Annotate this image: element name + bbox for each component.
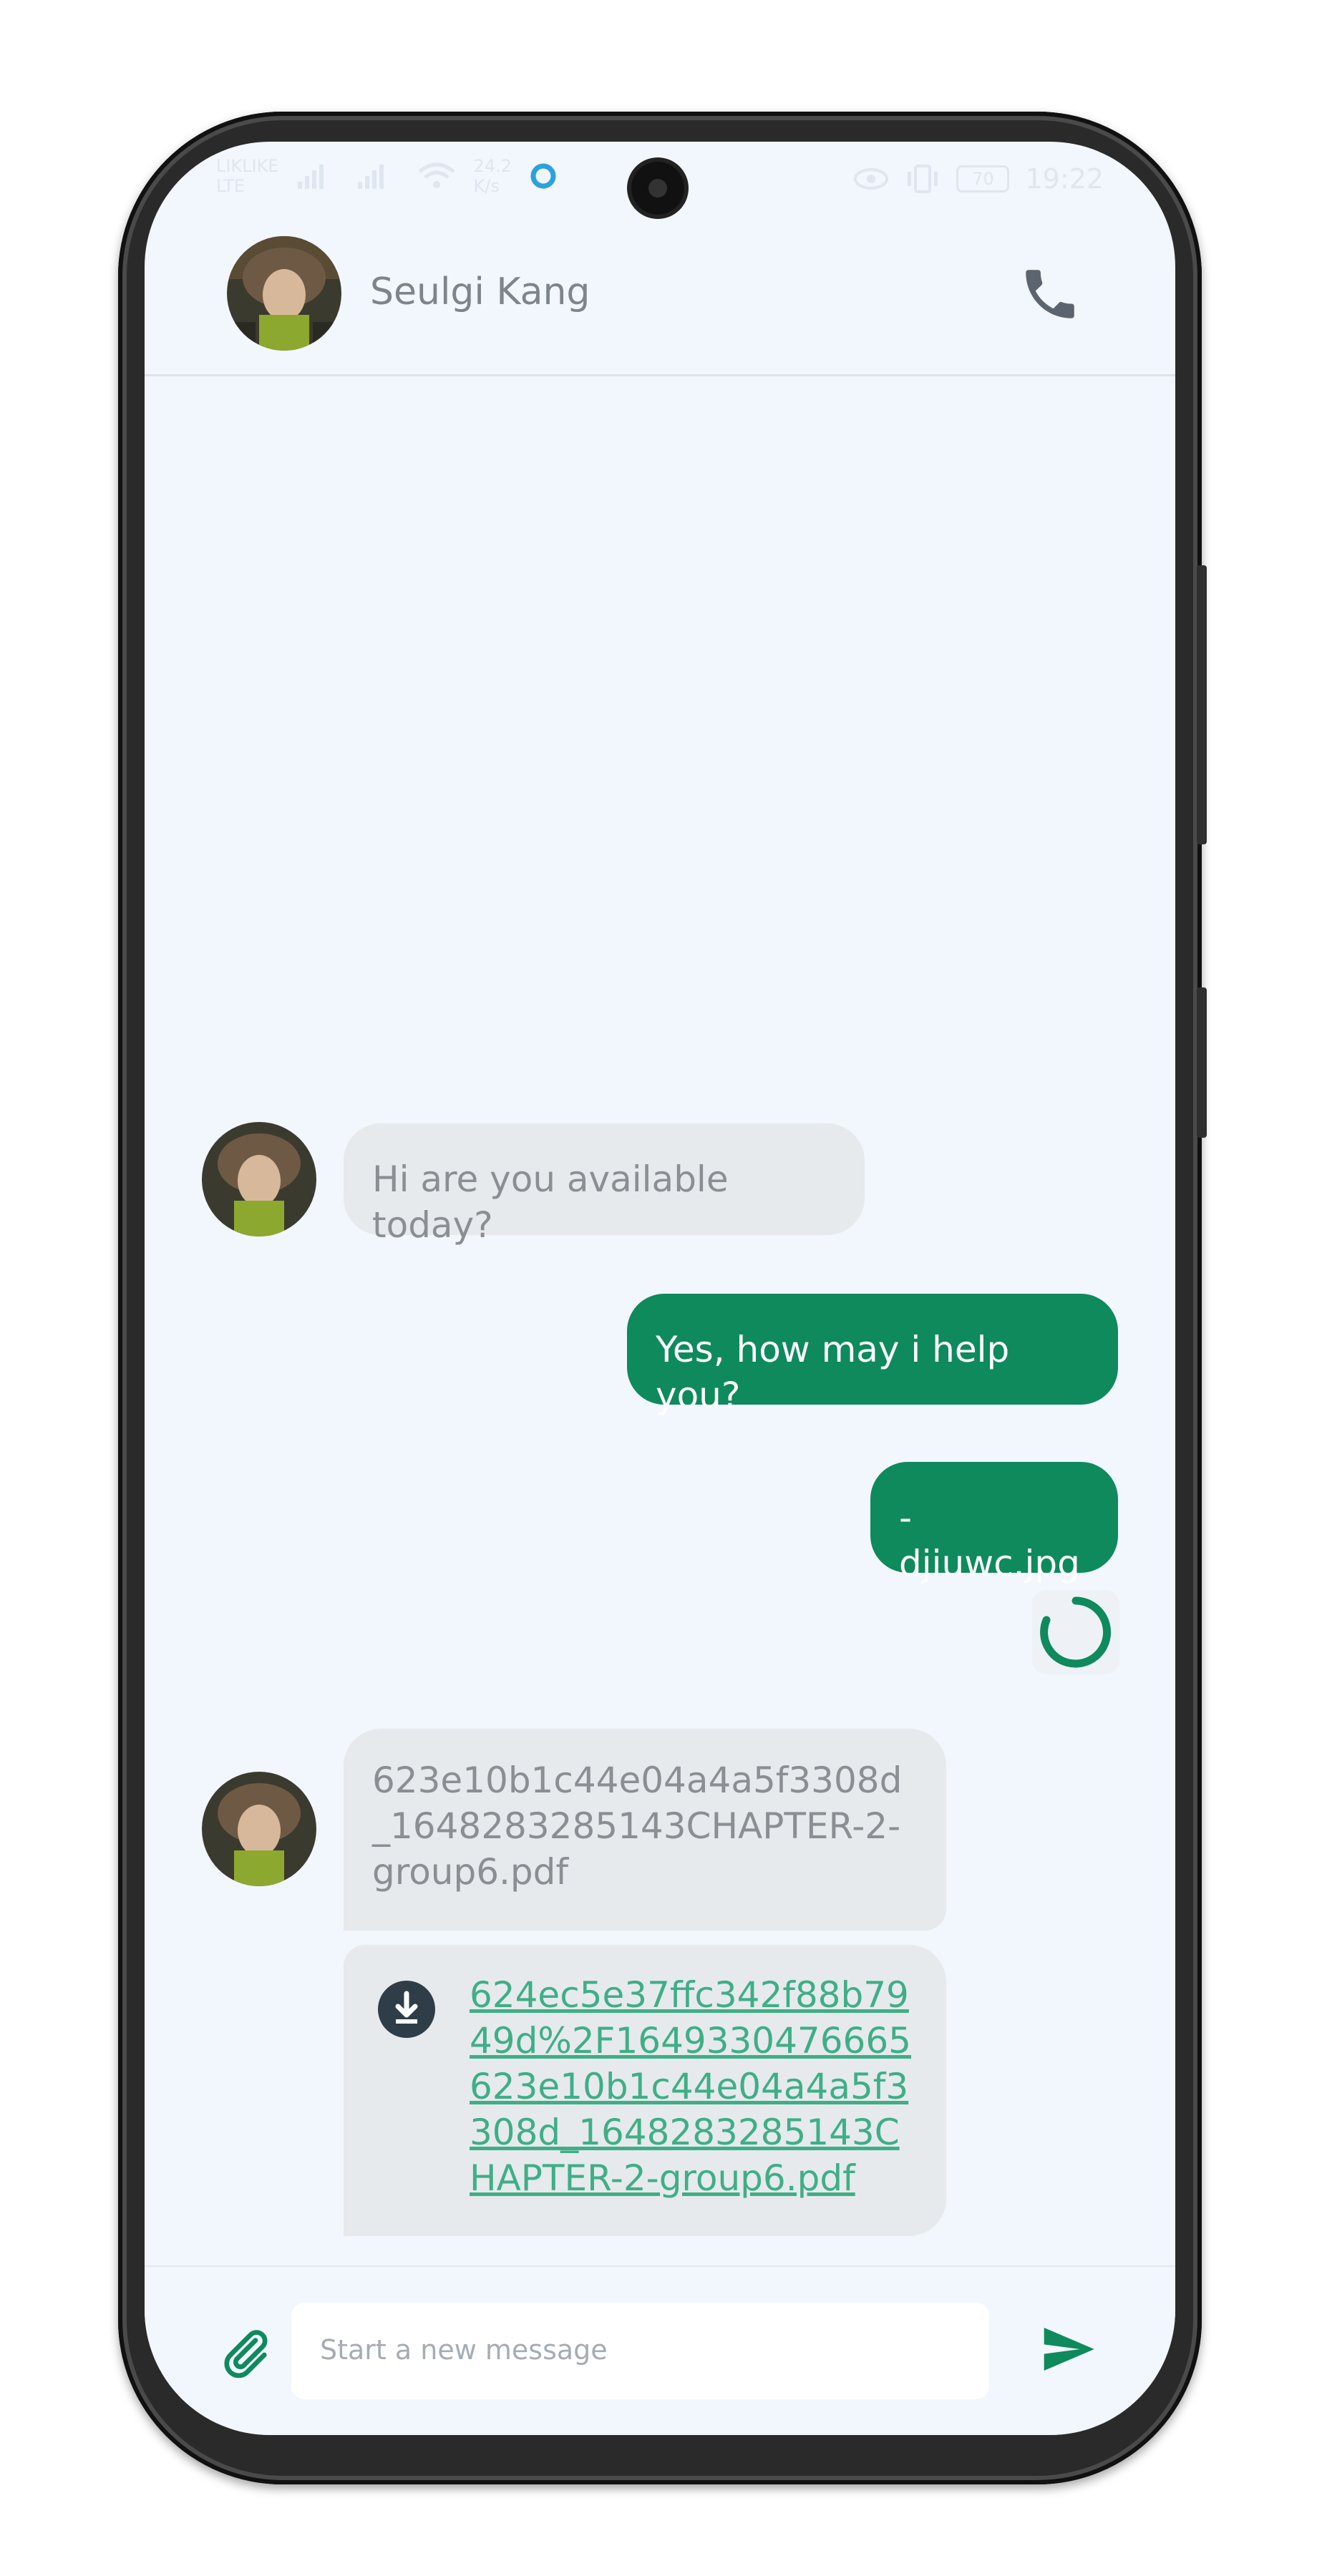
message-text: Hi are you available today? <box>372 1158 729 1246</box>
eye-icon <box>854 168 889 190</box>
battery-icon: 70 <box>956 165 1010 192</box>
message-bubble-incoming[interactable]: Hi are you available today? <box>344 1123 865 1246</box>
app-notification-icon <box>530 163 556 189</box>
contact-name: Seulgi Kang <box>370 270 591 313</box>
paperclip-icon[interactable] <box>216 2321 273 2386</box>
download-icon[interactable] <box>376 1979 437 2039</box>
speed-unit: K/s <box>473 176 500 196</box>
upload-progress <box>1032 1590 1119 1674</box>
message-bubble-outgoing[interactable]: Yes, how may i help you? <box>627 1294 1118 1416</box>
vibrate-icon <box>908 165 938 193</box>
message-bubble-incoming[interactable]: 623e10b1c44e04a4a5f3308d_1648283285143CH… <box>344 1729 946 1931</box>
message-text: -djiuwc.jpg <box>899 1497 1080 1584</box>
attachment-bubble: 624ec5e37ffc342f88b7949d%2F1649330476665… <box>344 1945 946 2236</box>
speed-value: 24.2 <box>473 156 512 176</box>
power-button <box>1197 987 1207 1138</box>
status-time: 19:22 <box>1025 163 1104 195</box>
signal-icon-2 <box>357 165 384 189</box>
volume-button <box>1197 565 1207 844</box>
carrier-line-1: LIKLIKE <box>216 156 279 176</box>
phone-icon[interactable] <box>1018 262 1082 326</box>
attachment-link[interactable]: 624ec5e37ffc342f88b7949d%2F1649330476665… <box>470 1974 911 2199</box>
chat-header: Seulgi Kang <box>145 220 1175 376</box>
message-input-placeholder: Start a new message <box>320 2334 608 2366</box>
message-bubble-outgoing[interactable]: -djiuwc.jpg <box>870 1462 1118 1584</box>
contact-avatar[interactable] <box>227 236 341 351</box>
network-speed: 24.2 K/s <box>474 156 512 196</box>
message-text: 623e10b1c44e04a4a5f3308d_1648283285143CH… <box>372 1760 903 1893</box>
battery-level: 70 <box>972 169 994 189</box>
message-composer: Start a new message <box>145 2265 1175 2435</box>
status-bar: LIKLIKE LTE 24.2 K/s 70 19:22 <box>145 142 1175 220</box>
wifi-icon <box>417 162 455 188</box>
front-camera <box>631 162 684 215</box>
sender-avatar <box>202 1122 316 1236</box>
sender-avatar <box>202 1772 316 1886</box>
carrier-line-2: LTE <box>216 176 245 196</box>
app-screen: LIKLIKE LTE 24.2 K/s 70 19:22 Seulgi Kan… <box>145 142 1175 2435</box>
message-input[interactable]: Start a new message <box>291 2303 989 2399</box>
carrier-info: LIKLIKE LTE <box>216 156 279 196</box>
spinner-icon <box>1040 1596 1112 1668</box>
signal-icon <box>297 165 324 189</box>
send-icon[interactable] <box>1036 2321 1100 2378</box>
message-text: Yes, how may i help you? <box>656 1329 1010 1416</box>
